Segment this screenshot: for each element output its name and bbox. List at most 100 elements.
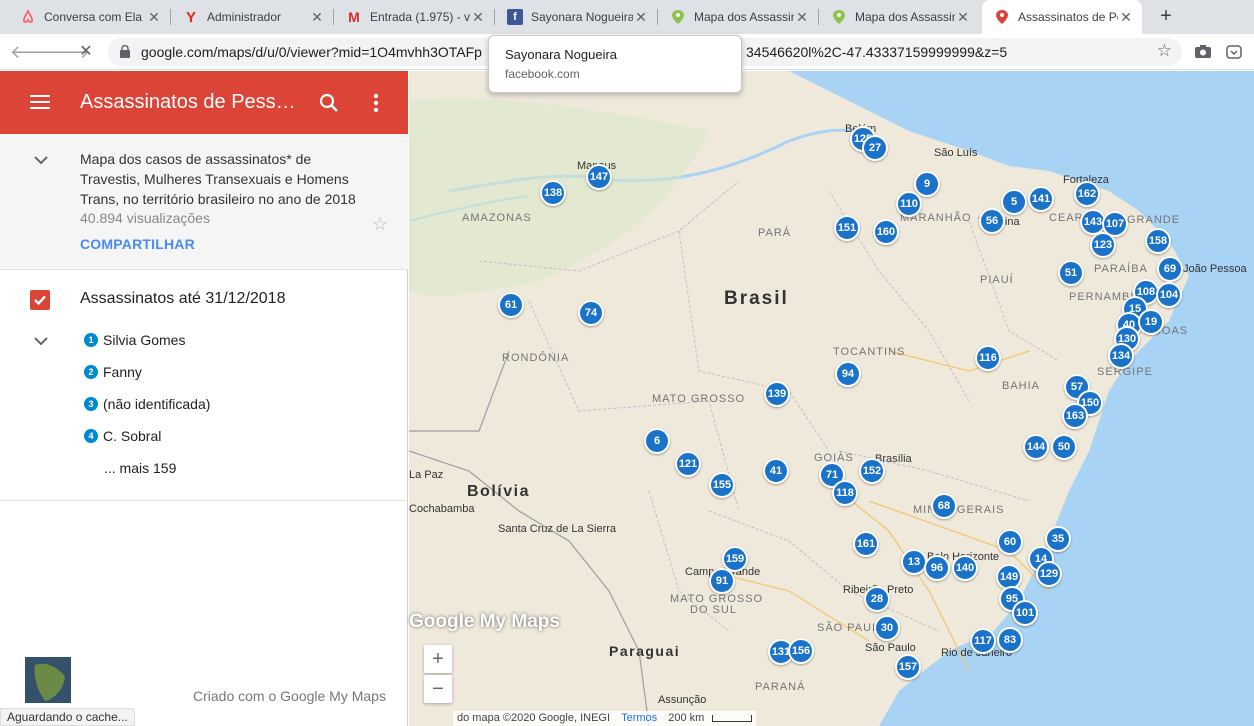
bookmark-star-icon[interactable]: ☆: [1157, 41, 1172, 61]
pocket-icon[interactable]: [1225, 43, 1243, 61]
region-label: GRANDE: [1127, 214, 1181, 226]
chevron-down-icon[interactable]: [33, 155, 49, 165]
map-marker[interactable]: 51: [1058, 260, 1084, 286]
map-marker[interactable]: 5: [1001, 189, 1027, 215]
map-marker[interactable]: 60: [997, 529, 1023, 555]
map-marker[interactable]: 162: [1074, 181, 1100, 207]
map-marker[interactable]: 138: [540, 180, 566, 206]
list-item[interactable]: 4 C. Sobral: [84, 426, 161, 446]
map-marker[interactable]: 158: [1145, 228, 1171, 254]
hamburger-menu-icon[interactable]: [30, 95, 50, 111]
tab-active-my-maps[interactable]: Assassinatos de Pe ✕: [982, 0, 1142, 34]
close-icon[interactable]: ✕: [309, 9, 325, 26]
tab-title: Mapa dos Assassin: [694, 10, 794, 24]
chevron-down-icon[interactable]: [33, 336, 49, 346]
list-item[interactable]: 1 Silvia Gomes: [84, 330, 185, 350]
map-marker[interactable]: 110: [896, 191, 922, 217]
map-marker[interactable]: 129: [1036, 561, 1062, 587]
zoom-out-button[interactable]: −: [424, 675, 452, 703]
map-marker[interactable]: 6: [644, 428, 670, 454]
map-marker[interactable]: 140: [952, 555, 978, 581]
back-button[interactable]: 🡐: [10, 40, 58, 64]
checkmark-icon: [34, 295, 46, 306]
map-marker[interactable]: 152: [859, 458, 885, 484]
close-icon[interactable]: ✕: [470, 9, 486, 26]
tab-yandex[interactable]: Y Administrador ✕: [171, 0, 333, 34]
terms-link[interactable]: Termos: [621, 712, 657, 724]
map-marker[interactable]: 160: [873, 219, 899, 245]
map-marker[interactable]: 50: [1051, 434, 1077, 460]
tab-gmail[interactable]: M Entrada (1.975) - v ✕: [334, 0, 494, 34]
layer-checkbox[interactable]: [30, 290, 50, 310]
basemap-thumbnail[interactable]: [24, 656, 72, 704]
gmail-icon: M: [348, 9, 360, 25]
map-marker[interactable]: 61: [498, 292, 524, 318]
marker-number-icon: 2: [84, 365, 98, 379]
map-marker[interactable]: 134: [1108, 343, 1134, 369]
map-marker[interactable]: 155: [709, 472, 735, 498]
close-icon[interactable]: ✕: [633, 9, 649, 26]
tab-my-maps-2[interactable]: Mapa dos Assassin ✕: [819, 0, 979, 34]
map-marker[interactable]: 9: [914, 171, 940, 197]
map-marker[interactable]: 161: [853, 531, 879, 557]
close-icon[interactable]: ✕: [1118, 9, 1134, 26]
scale-bar: [712, 714, 753, 722]
map-marker[interactable]: 116: [975, 345, 1001, 371]
share-button[interactable]: COMPARTILHAR: [80, 236, 195, 252]
region-label: AMAZONAS: [462, 212, 532, 224]
map-marker[interactable]: 41: [763, 458, 789, 484]
map-marker[interactable]: 28: [864, 586, 890, 612]
map-title: Assassinatos de Pessoas Trans: [80, 91, 305, 113]
map-marker[interactable]: 151: [834, 215, 860, 241]
map-marker[interactable]: 69: [1157, 256, 1183, 282]
map-marker[interactable]: 68: [931, 493, 957, 519]
forward-button[interactable]: 🡒: [42, 40, 90, 64]
list-item-label: Fanny: [103, 364, 142, 380]
tab-my-maps-1[interactable]: Mapa dos Assassin ✕: [658, 0, 818, 34]
map-marker[interactable]: 147: [586, 164, 612, 190]
list-item[interactable]: 3 (não identificada): [84, 394, 210, 414]
map-marker[interactable]: 74: [578, 300, 604, 326]
map-legend-panel: Assassinatos de Pessoas Trans Mapa dos c…: [0, 71, 408, 726]
map-marker[interactable]: 144: [1023, 434, 1049, 460]
list-item-label: Silvia Gomes: [103, 332, 186, 348]
map-marker[interactable]: 30: [874, 615, 900, 641]
zoom-in-button[interactable]: +: [424, 645, 452, 673]
map-marker[interactable]: 157: [895, 654, 921, 680]
map-marker[interactable]: 139: [764, 381, 790, 407]
new-tab-button[interactable]: +: [1155, 5, 1177, 27]
map-marker[interactable]: 118: [832, 480, 858, 506]
map-marker[interactable]: 96: [924, 555, 950, 581]
region-label: BAHIA: [1002, 380, 1041, 392]
tab-airbnb[interactable]: Conversa com Ela ✕: [8, 0, 170, 34]
map-marker[interactable]: 156: [788, 638, 814, 664]
map-marker[interactable]: 117: [970, 628, 996, 654]
more-items-link[interactable]: ... mais 159: [104, 460, 176, 476]
stop-loading-button[interactable]: ✕: [74, 40, 98, 64]
map-marker[interactable]: 123: [1090, 232, 1116, 258]
close-icon[interactable]: ✕: [794, 9, 810, 26]
star-icon[interactable]: ☆: [372, 214, 388, 235]
tab-title: Entrada (1.975) - v: [370, 10, 470, 24]
map-marker[interactable]: 91: [709, 568, 735, 594]
country-label: Bolívia: [467, 483, 530, 500]
map-marker[interactable]: 101: [1012, 600, 1038, 626]
map-marker[interactable]: 13: [901, 549, 927, 575]
camera-icon[interactable]: [1194, 43, 1212, 61]
map-marker[interactable]: 27: [862, 135, 888, 161]
map-marker[interactable]: 19: [1138, 309, 1164, 335]
map-marker[interactable]: 163: [1062, 403, 1088, 429]
map-marker[interactable]: 83: [997, 627, 1023, 653]
more-options-icon[interactable]: [366, 92, 386, 114]
region-label: TOCANTINS: [833, 346, 906, 358]
map-marker[interactable]: 94: [835, 361, 861, 387]
list-item[interactable]: 2 Fanny: [84, 362, 142, 382]
map-marker[interactable]: 104: [1156, 282, 1182, 308]
search-icon[interactable]: [318, 92, 340, 114]
map-marker[interactable]: 141: [1028, 186, 1054, 212]
map-marker[interactable]: 121: [675, 451, 701, 477]
close-icon[interactable]: ✕: [146, 9, 162, 26]
map-marker[interactable]: 56: [979, 208, 1005, 234]
tab-facebook[interactable]: f Sayonara Nogueira ✕: [495, 0, 657, 34]
close-icon[interactable]: ✕: [955, 9, 971, 26]
